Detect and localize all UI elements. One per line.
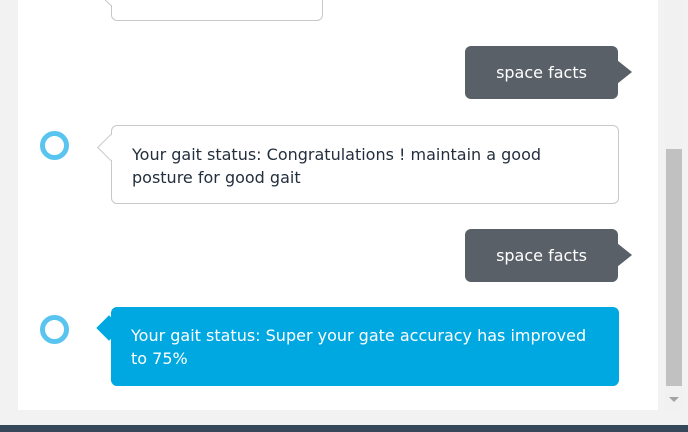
alexa-message-text: Your gait status: Super your gate accura… [131, 326, 587, 368]
user-message-text: space facts [496, 246, 587, 265]
scroll-down-arrow-icon[interactable] [669, 397, 679, 402]
alexa-message-text: Your gait status: Congratulations ! main… [132, 145, 542, 187]
alexa-ring-icon [40, 131, 69, 160]
scrollbar-thumb[interactable] [666, 149, 682, 386]
alexa-message-bubble-active: Your gait status: Super your gate accura… [111, 307, 619, 386]
user-message-text: space facts [496, 63, 587, 82]
bottom-bar [0, 425, 688, 432]
user-message-bubble: space facts [465, 229, 632, 282]
chat-conversation-pane: space facts Your gait status: Congratula… [18, 0, 658, 410]
alexa-ring-icon [40, 315, 69, 344]
alexa-message-bubble [111, 0, 323, 21]
alexa-message-bubble: Your gait status: Congratulations ! main… [111, 125, 619, 204]
user-message-bubble: space facts [465, 46, 632, 99]
